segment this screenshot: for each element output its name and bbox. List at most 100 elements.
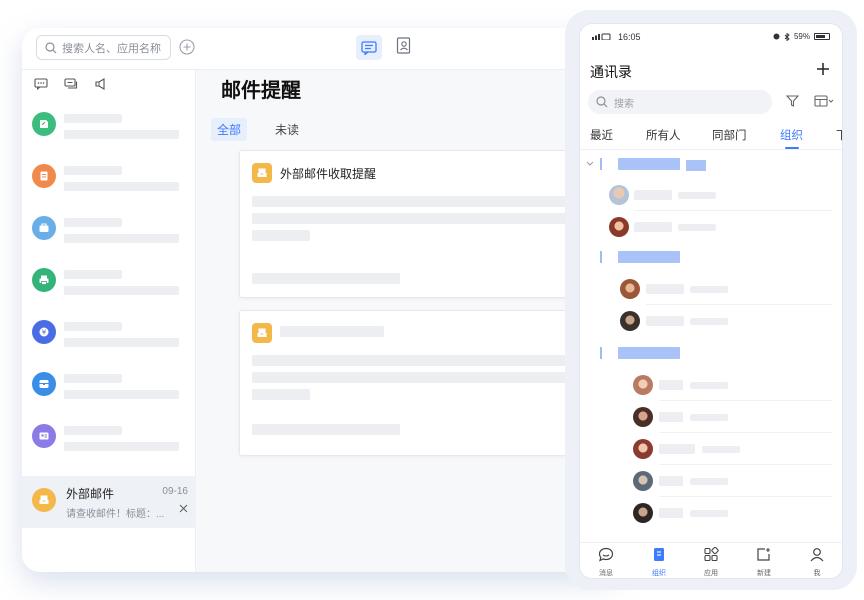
message-icon [361, 40, 377, 55]
message-panel: 邮件提醒 全部 未读 外部邮件收取提醒 [197, 70, 622, 572]
nav-label: 应用 [704, 570, 718, 577]
mail-icon [252, 323, 272, 343]
document-icon [40, 171, 48, 181]
battery-icon [814, 33, 830, 40]
bottom-navigation: 消息 组织 应用 新建 我 [580, 542, 842, 578]
tab-unread[interactable]: 未读 [269, 118, 305, 141]
conversation-avatar [32, 164, 56, 188]
mail-tray-icon [39, 495, 49, 504]
table-row[interactable] [580, 465, 842, 497]
group-chat-icon[interactable] [64, 78, 78, 90]
nav-messages[interactable]: 消息 [591, 547, 621, 578]
svg-text:¥: ¥ [42, 329, 47, 337]
contact-card-icon [39, 432, 49, 440]
avatar [633, 439, 653, 459]
mail-icon [252, 163, 272, 183]
avatar [609, 217, 629, 237]
apps-grid-icon [704, 546, 719, 562]
table-row[interactable] [580, 211, 842, 243]
conversation-avatar [32, 112, 56, 136]
layout-toggle-icon[interactable] [814, 95, 834, 107]
add-icon[interactable] [816, 62, 830, 76]
phone-screen: 16:05 59% 通讯录 搜索 最近 所有人 同部门 组织 下 消息 组织 应… [580, 24, 842, 578]
alarm-icon [773, 33, 780, 40]
nav-me[interactable]: 我 [802, 547, 832, 578]
avatar [620, 311, 640, 331]
list-item-external-mail[interactable]: 外部邮件 09-16 请查收邮件！标题：... [22, 476, 196, 528]
signal-icon [592, 33, 611, 40]
chat-bubble-icon [598, 547, 614, 562]
nav-organization[interactable]: 组织 [644, 547, 674, 578]
table-row[interactable] [580, 305, 842, 337]
conversation-avatar [32, 372, 56, 396]
avatar [620, 279, 640, 299]
filter-icon[interactable] [786, 95, 799, 107]
status-bar: 16:05 59% [580, 24, 842, 50]
phone-page-title: 通讯录 [590, 64, 632, 80]
desktop-search-input[interactable]: 搜索人名、应用名称 [36, 35, 171, 60]
nav-label: 我 [813, 570, 821, 577]
close-icon[interactable] [179, 504, 188, 513]
conversation-avatar: ¥ [32, 320, 56, 344]
bluetooth-icon [784, 32, 790, 41]
search-placeholder: 搜索 [614, 98, 634, 110]
list-item[interactable] [22, 360, 196, 412]
printer-icon [39, 275, 49, 285]
tab-organization[interactable]: 组织 [780, 127, 803, 143]
table-row[interactable] [580, 179, 842, 211]
conversation-preview: 请查收邮件！标题：... [66, 509, 165, 520]
currency-icon: ¥ [39, 327, 49, 337]
profile-icon [810, 548, 824, 562]
new-icon [757, 548, 770, 561]
table-row[interactable] [580, 273, 842, 305]
nav-label: 新建 [757, 570, 771, 577]
table-row[interactable] [580, 401, 842, 433]
contacts-icon[interactable] [396, 37, 412, 55]
tab-more[interactable]: 下 [836, 127, 842, 143]
list-item[interactable] [22, 256, 196, 308]
table-row[interactable] [580, 433, 842, 465]
desktop-window: 搜索人名、应用名称 ¥ 外部邮件 09-16 请查收邮件！标题：... 邮件提醒… [22, 28, 622, 572]
phone-tabs: 最近 所有人 同部门 组织 下 [580, 124, 842, 150]
note-icon [40, 120, 48, 128]
phone-search-input[interactable]: 搜索 [588, 90, 772, 114]
tab-everyone[interactable]: 所有人 [646, 127, 681, 143]
org-dept-row[interactable] [580, 337, 842, 369]
org-dept-row[interactable] [580, 148, 842, 180]
add-circle-icon[interactable] [179, 39, 195, 55]
nav-new[interactable]: 新建 [749, 547, 779, 578]
avatar [633, 471, 653, 491]
tab-department[interactable]: 同部门 [712, 127, 747, 143]
avatar [633, 375, 653, 395]
avatar [633, 407, 653, 427]
conversation-name: 外部邮件 [66, 487, 115, 501]
tab-all[interactable]: 全部 [211, 118, 248, 141]
chat-filter-icon[interactable] [34, 78, 48, 90]
nav-label: 组织 [652, 570, 666, 577]
battery-level: 59% [793, 32, 810, 41]
nav-label: 消息 [599, 570, 613, 577]
announcement-icon[interactable] [94, 78, 108, 90]
list-item[interactable] [22, 100, 196, 152]
table-row[interactable] [580, 369, 842, 401]
messages-tab-button[interactable] [356, 35, 382, 60]
list-item[interactable] [22, 152, 196, 204]
conversation-filters [34, 78, 108, 90]
list-item[interactable] [22, 204, 196, 256]
list-item[interactable]: ¥ [22, 308, 196, 360]
tab-recent[interactable]: 最近 [590, 127, 613, 143]
table-row[interactable] [580, 497, 842, 529]
briefcase-icon [39, 223, 49, 232]
conversation-avatar [32, 488, 56, 512]
org-dept-row[interactable] [580, 241, 842, 273]
avatar [609, 185, 629, 205]
search-placeholder: 搜索人名、应用名称 [62, 42, 161, 55]
stage: 搜索人名、应用名称 ¥ 外部邮件 09-16 请查收邮件！标题：... 邮件提醒… [0, 0, 864, 600]
list-item[interactable] [22, 412, 196, 464]
org-icon [654, 548, 664, 561]
chevron-down-icon[interactable] [586, 161, 594, 167]
nav-apps[interactable]: 应用 [696, 546, 726, 578]
conversation-avatar [32, 216, 56, 240]
archive-icon [39, 380, 49, 388]
desktop-toolbar: 搜索人名、应用名称 [22, 28, 622, 70]
